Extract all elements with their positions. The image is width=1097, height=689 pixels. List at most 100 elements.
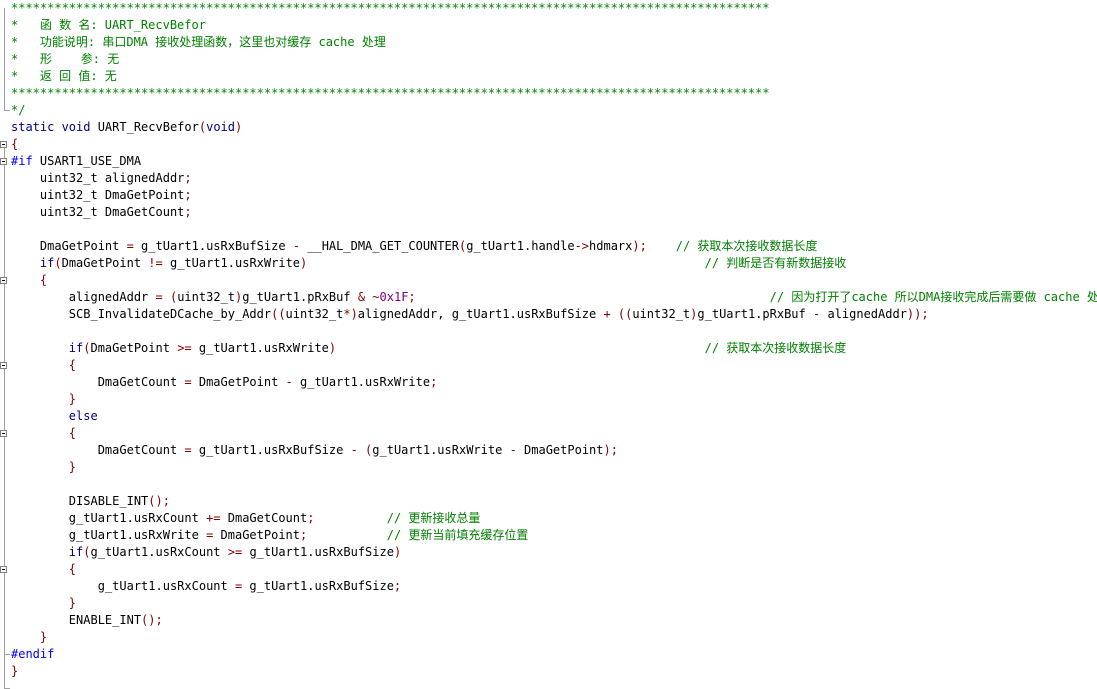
- code-line[interactable]: #endif: [11, 646, 1097, 663]
- code-line[interactable]: uint32_t DmaGetPoint;: [11, 187, 1097, 204]
- code-token-op: {: [11, 562, 77, 576]
- code-token-op: {: [11, 273, 48, 287]
- code-token-op: }: [11, 664, 19, 678]
- code-token-preproc: #if: [11, 154, 40, 168]
- code-line[interactable]: DmaGetCount = g_tUart1.usRxBufSize - (g_…: [11, 442, 1097, 459]
- code-token-plain: g_tUart1.usRxWrite: [372, 443, 510, 457]
- code-token-plain: ENABLE_INT: [11, 613, 142, 627]
- code-token-plain: uint32_t: [177, 290, 235, 304]
- code-token-op: ->: [574, 239, 590, 253]
- code-token-op: ): [235, 120, 243, 134]
- code-line[interactable]: if(g_tUart1.usRxCount >= g_tUart1.usRxBu…: [11, 544, 1097, 561]
- code-editor[interactable]: ****************************************…: [0, 0, 1097, 689]
- code-token-op: ();: [148, 494, 170, 508]
- fold-end-marker: [4, 654, 10, 655]
- code-line[interactable]: ****************************************…: [11, 0, 1097, 17]
- code-line[interactable]: ****************************************…: [11, 85, 1097, 102]
- code-token-plain: uint32_t: [632, 307, 691, 321]
- code-token-keyword: else: [68, 409, 98, 423]
- fold-guide-line: [4, 8, 5, 110]
- fold-guide-line: [4, 144, 5, 688]
- code-line[interactable]: }: [11, 595, 1097, 612]
- code-line[interactable]: DISABLE_INT();: [11, 493, 1097, 510]
- code-line[interactable]: * 函 数 名: UART_RecvBefor: [11, 17, 1097, 34]
- code-line[interactable]: */: [11, 102, 1097, 119]
- code-line[interactable]: SCB_InvalidateDCache_by_Addr((uint32_t*)…: [11, 306, 1097, 323]
- code-line[interactable]: [11, 221, 1097, 238]
- code-line[interactable]: if(DmaGetPoint >= g_tUart1.usRxWrite) //…: [11, 340, 1097, 357]
- code-token-plain: alignedAddr, g_tUart1.usRxBufSize: [357, 307, 604, 321]
- code-line[interactable]: }: [11, 459, 1097, 476]
- code-line[interactable]: g_tUart1.usRxCount = g_tUart1.usRxBufSiz…: [11, 578, 1097, 595]
- code-token-op: ();: [141, 613, 163, 627]
- code-token-plain: DmaGetPoint: [90, 341, 178, 355]
- fold-collapse-icon[interactable]: [0, 362, 7, 369]
- code-line[interactable]: else: [11, 408, 1097, 425]
- code-line[interactable]: * 功能说明: 串口DMA 接收处理函数，这里也对缓存 cache 处理: [11, 34, 1097, 51]
- code-line[interactable]: DmaGetCount = DmaGetPoint - g_tUart1.usR…: [11, 374, 1097, 391]
- code-token-plain: g_tUart1.pRxBuf: [697, 307, 813, 321]
- code-line[interactable]: * 形 参: 无: [11, 51, 1097, 68]
- fold-collapse-icon[interactable]: [0, 566, 7, 573]
- code-line[interactable]: g_tUart1.usRxCount += DmaGetCount; // 更新…: [11, 510, 1097, 527]
- code-token-op: -: [285, 375, 293, 389]
- code-token-plain: DISABLE_INT: [11, 494, 149, 508]
- code-token-op: ;: [184, 205, 192, 219]
- code-token-op: ;: [430, 375, 438, 389]
- code-token-plain: DmaGetPoint: [11, 239, 127, 253]
- fold-collapse-icon[interactable]: [0, 141, 7, 148]
- code-token-plain: uint32_t alignedAddr: [11, 171, 185, 185]
- code-token-plain: g_tUart1.usRxCount: [11, 579, 235, 593]
- code-line[interactable]: g_tUart1.usRxWrite = DmaGetPoint; // 更新当…: [11, 527, 1097, 544]
- code-line[interactable]: [11, 323, 1097, 340]
- code-token-comment: // 判断是否有新数据接收: [307, 256, 847, 270]
- code-token-op: }: [11, 392, 77, 406]
- code-token-keyword: if: [68, 341, 84, 355]
- code-line[interactable]: }: [11, 663, 1097, 680]
- code-token-op: ;: [408, 290, 416, 304]
- code-token-plain: g_tUart1.handle: [466, 239, 575, 253]
- code-line[interactable]: {: [11, 425, 1097, 442]
- code-line[interactable]: {: [11, 357, 1097, 374]
- code-line[interactable]: }: [11, 629, 1097, 646]
- code-line[interactable]: DmaGetPoint = g_tUart1.usRxBufSize - __H…: [11, 238, 1097, 255]
- code-line[interactable]: uint32_t alignedAddr;: [11, 170, 1097, 187]
- code-line[interactable]: static void UART_RecvBefor(void): [11, 119, 1097, 136]
- code-token-op: -: [292, 239, 301, 253]
- code-token-comment: // 更新接收总量: [314, 511, 481, 525]
- fold-end-marker: [4, 110, 10, 111]
- code-line[interactable]: uint32_t DmaGetCount;: [11, 204, 1097, 221]
- code-token-comment: * 形 参: 无: [11, 52, 120, 66]
- code-token-plain: DmaGetCount: [11, 443, 185, 457]
- code-token-op: ((: [617, 307, 633, 321]
- fold-collapse-icon[interactable]: [0, 158, 7, 165]
- code-token-comment: ****************************************…: [11, 86, 770, 100]
- code-line[interactable]: #if USART1_USE_DMA: [11, 153, 1097, 170]
- code-line[interactable]: {: [11, 561, 1097, 578]
- fold-collapse-icon[interactable]: [0, 430, 7, 437]
- code-token-op: }: [11, 596, 77, 610]
- code-token-plain: uint32_t DmaGetCount: [11, 205, 185, 219]
- code-token-op: >=: [177, 341, 192, 355]
- code-token-op: +=: [206, 511, 221, 525]
- code-line[interactable]: ENABLE_INT();: [11, 612, 1097, 629]
- fold-collapse-icon[interactable]: [0, 277, 7, 284]
- code-token-op: -: [509, 443, 517, 457]
- code-token-op: =: [184, 443, 192, 457]
- code-line[interactable]: }: [11, 391, 1097, 408]
- code-token-keyword: if: [39, 256, 55, 270]
- code-line[interactable]: {: [11, 272, 1097, 289]
- code-token-comment: // 获取本次接收数据长度: [646, 239, 818, 253]
- code-line[interactable]: alignedAddr = (uint32_t)g_tUart1.pRxBuf …: [11, 289, 1097, 306]
- code-line[interactable]: if(DmaGetPoint != g_tUart1.usRxWrite) //…: [11, 255, 1097, 272]
- code-area[interactable]: ****************************************…: [11, 0, 1097, 680]
- code-token-op: ;: [393, 579, 402, 593]
- code-token-plain: DmaGetPoint: [61, 256, 149, 270]
- fold-gutter: [0, 0, 10, 689]
- code-token-op: *): [343, 307, 358, 321]
- code-token-plain: DmaGetCount: [220, 511, 308, 525]
- code-line[interactable]: * 返 回 值: 无: [11, 68, 1097, 85]
- code-line[interactable]: [11, 476, 1097, 493]
- code-line[interactable]: {: [11, 136, 1097, 153]
